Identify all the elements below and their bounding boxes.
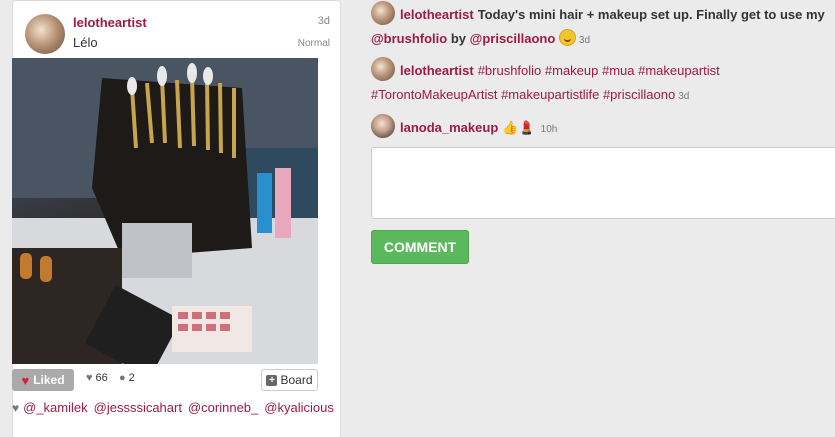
comments-stat: ● 2 <box>119 372 135 384</box>
comment-time: 10h <box>540 124 558 135</box>
likes-count: 66 <box>95 372 108 384</box>
likes-stat: ♥ 66 <box>86 372 108 384</box>
heart-icon: ♥ <box>12 401 20 415</box>
post-header: lelotheartist Lélo 3d Normal <box>25 11 330 55</box>
heart-icon: ♥ <box>86 372 93 384</box>
thumbs-up-lipstick-emoji-icon: 👍💄 <box>502 120 535 135</box>
post-photo[interactable] <box>12 58 318 364</box>
commenter-avatar[interactable] <box>371 57 395 81</box>
comment-time: 3d <box>578 35 591 46</box>
commenter-username[interactable]: lelotheartist <box>400 7 474 22</box>
author-display-name: Lélo <box>73 35 98 50</box>
commenter-avatar[interactable] <box>371 114 395 138</box>
post-time: 3d <box>317 15 330 27</box>
comment-item: lelotheartist Today's mini hair + makeup … <box>371 1 835 53</box>
mention-link[interactable]: @priscillaono <box>470 31 556 46</box>
smiley-emoji-icon <box>558 29 576 46</box>
comments-list: lelotheartist Today's mini hair + makeup … <box>371 0 835 142</box>
liked-label: Liked <box>33 373 65 387</box>
liker-link[interactable]: @kyalicious <box>264 400 334 415</box>
commenter-username[interactable]: lanoda_makeup <box>400 120 498 135</box>
comment-item: lelotheartist #brushfolio #makeup #mua #m… <box>371 57 835 109</box>
heart-icon: ♥ <box>21 372 30 388</box>
makeup-setup-image <box>12 58 318 364</box>
comment-input[interactable] <box>371 147 835 219</box>
comments-count: 2 <box>128 372 135 384</box>
mention-link[interactable]: @brushfolio <box>371 31 447 46</box>
author-avatar[interactable] <box>25 14 65 54</box>
board-label: Board <box>280 373 313 387</box>
author-username[interactable]: lelotheartist <box>73 15 147 30</box>
comment-item: lanoda_makeup 👍💄 10h <box>371 114 835 142</box>
post-filter: Normal <box>297 38 330 49</box>
board-button[interactable]: + Board <box>261 369 318 391</box>
liked-by-list: ♥ @_kamilek @jessssicahart @corinneb_ @kyali… <box>12 398 334 418</box>
comment-text: Today's mini hair + makeup set up. Final… <box>477 7 825 22</box>
commenter-avatar[interactable] <box>371 1 395 25</box>
post-actions: ♥ Liked ♥ 66 ● 2 + Board <box>12 369 318 391</box>
liker-link[interactable]: @corinneb_ <box>188 400 258 415</box>
speech-bubble-icon: ● <box>119 372 126 384</box>
commenter-username[interactable]: lelotheartist <box>400 63 474 78</box>
plus-icon: + <box>266 374 278 386</box>
comment-text: by <box>450 31 467 46</box>
comment-time: 3d <box>678 91 690 102</box>
comment-button[interactable]: COMMENT <box>371 230 469 264</box>
liker-link[interactable]: @_kamilek <box>23 400 88 415</box>
liked-button[interactable]: ♥ Liked <box>12 369 74 391</box>
liker-link[interactable]: @jessssicahart <box>94 400 182 415</box>
